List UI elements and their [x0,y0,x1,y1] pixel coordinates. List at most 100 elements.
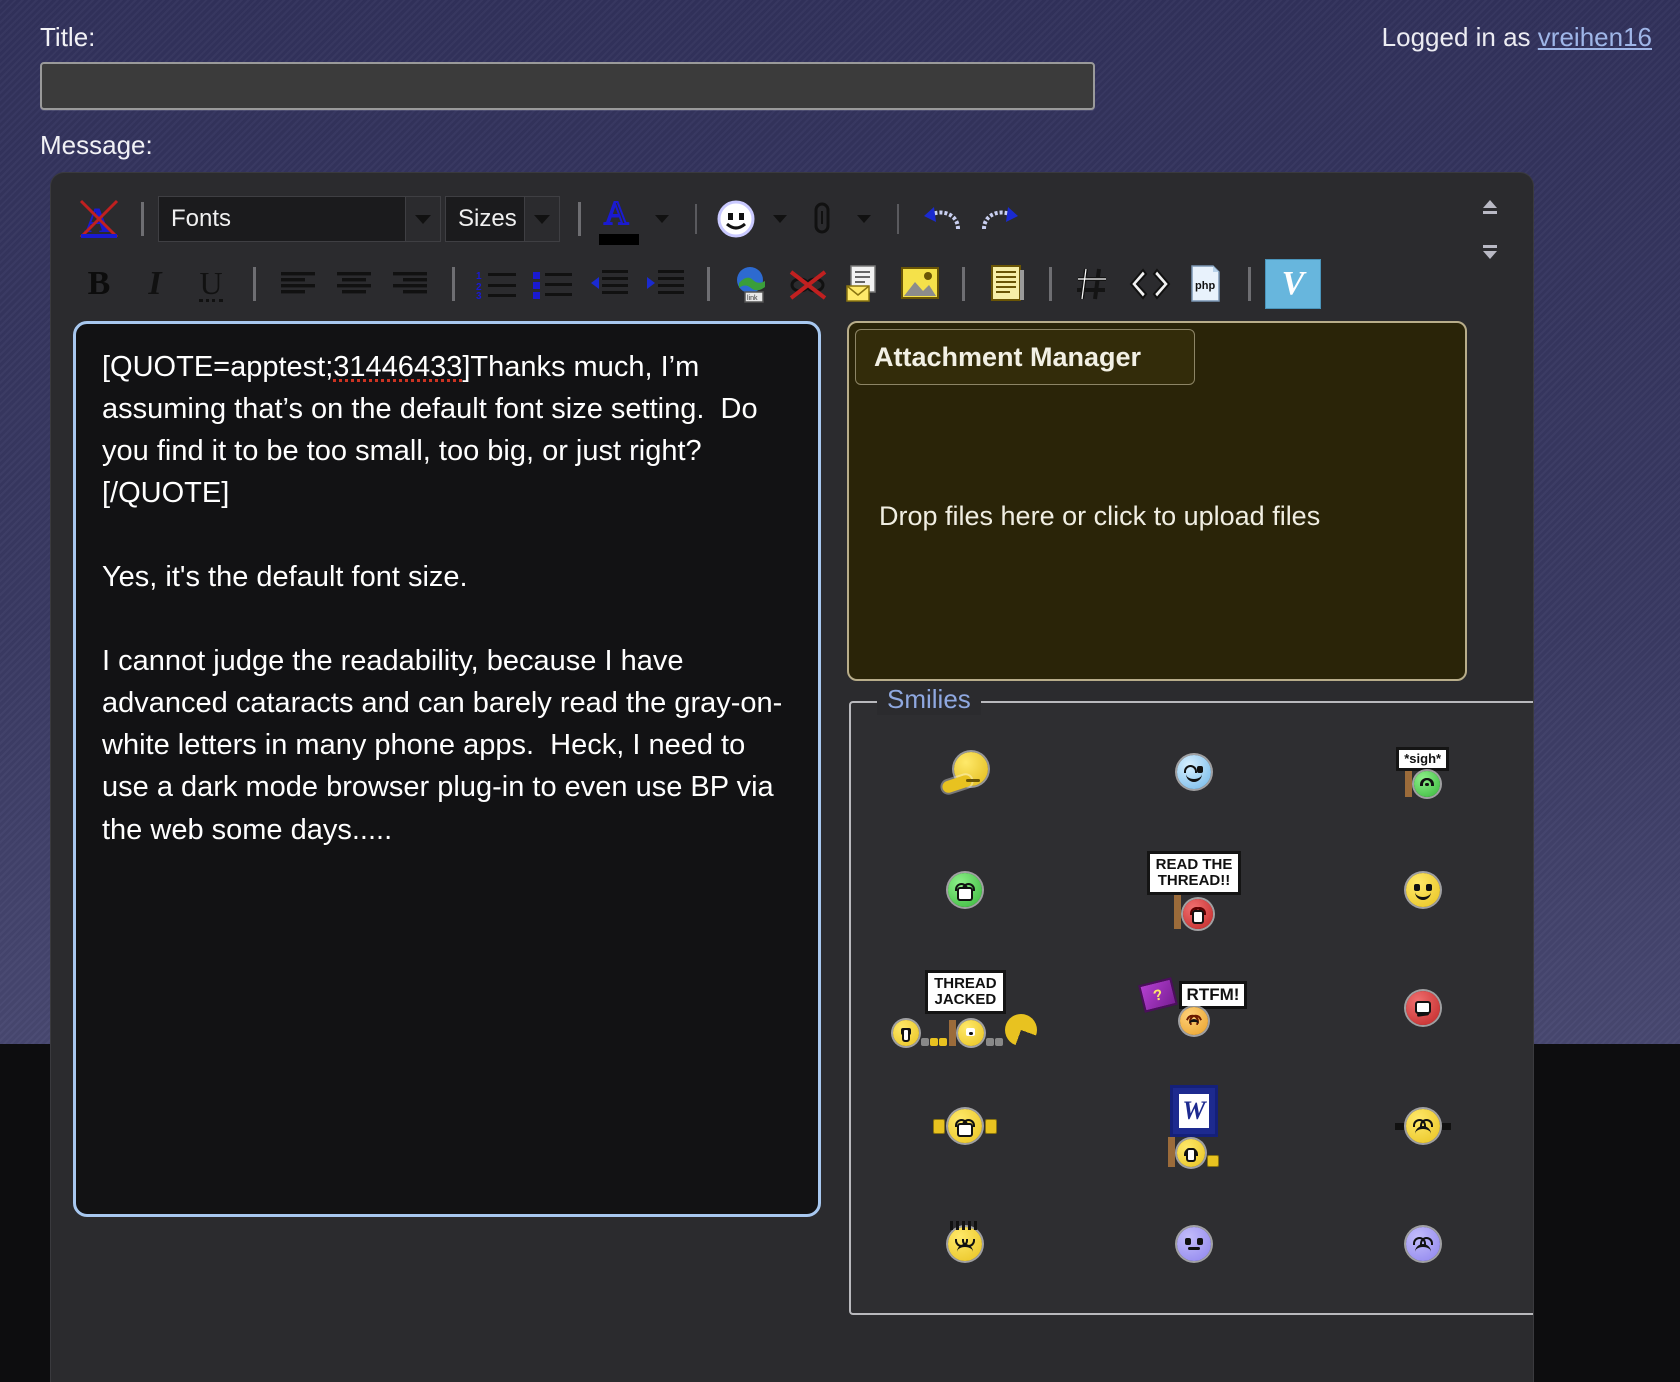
align-left-icon[interactable] [270,261,326,307]
smilie-violet-sad-icon [1405,1227,1440,1261]
smilie-thread-jacked[interactable]: THREAD JACKED [851,949,1080,1067]
message-editor: A Fonts Sizes A [50,172,1534,1382]
insert-link-icon[interactable]: link [724,261,780,307]
smilie-angry-hair[interactable] [851,1185,1080,1303]
smilie-sigh-sign-icon: *sigh* [1396,747,1450,797]
remove-format-icon[interactable]: A [71,194,127,244]
smilie-read-the-thread-icon: READ THE THREAD!! [1146,851,1242,929]
smilie-weights-icon [1394,1109,1451,1143]
insert-image-icon[interactable] [892,261,948,307]
smilie-red-mad-icon [1405,991,1440,1025]
font-color-icon[interactable]: A [595,190,643,248]
smilie-icon[interactable] [711,194,761,244]
smilie-weights[interactable] [1308,1067,1533,1185]
chevron-down-icon[interactable] [406,196,441,242]
italic-label: I [148,265,162,302]
quote-id: 31446433 [333,351,463,383]
svg-text:3: 3 [476,291,482,299]
smilie-rtfm[interactable]: ? RTFM! [1080,949,1309,1067]
remove-link-icon[interactable] [780,261,836,307]
toolbar-separator [452,267,455,301]
chevron-down-icon[interactable] [525,196,560,242]
unordered-list-icon[interactable] [525,261,581,307]
underline-button[interactable]: U [183,261,239,307]
toolbar-scroll-arrows[interactable] [1473,197,1507,263]
smilie-rtfm-icon: ? RTFM! [1137,977,1248,1035]
smilies-panel: Smilies *sigh* READ THE THREAD!! THREAD … [849,684,1533,1315]
smilie-applause-icon [933,1109,998,1143]
toolbar-separator [1049,267,1052,301]
indent-icon[interactable] [637,261,693,307]
smilie-applause[interactable] [851,1067,1080,1185]
smilies-legend: Smilies [877,684,981,715]
title-label: Title: [40,22,96,52]
message-body: Yes, it's the default font size. I canno… [102,561,783,846]
italic-button[interactable]: I [127,261,183,307]
smilie-sigh-sign[interactable]: *sigh* [1308,713,1533,831]
attach-chevron-down-icon[interactable] [849,197,879,241]
font-family-select[interactable]: Fonts [158,196,441,242]
attachment-manager-panel[interactable]: Attachment Manager Drop files here or cl… [847,321,1467,681]
logged-in-label: Logged in as [1381,22,1538,52]
message-textarea[interactable]: [QUOTE=apptest;31446433]Thanks much, I’m… [73,321,821,1217]
smilie-green-grin[interactable] [851,831,1080,949]
outdent-icon[interactable] [581,261,637,307]
insert-html-icon[interactable] [1122,261,1178,307]
align-center-icon[interactable] [326,261,382,307]
attachment-manager-title: Attachment Manager [855,329,1195,385]
smilie-w-sign-text: W [1178,1094,1209,1128]
svg-text:A: A [604,195,629,232]
font-color-chevron-down-icon[interactable] [647,197,677,241]
insert-video-label: V [1281,265,1305,302]
font-color-swatch [599,234,639,245]
smilie-violet-neutral-icon [1176,1227,1211,1261]
editor-toolbar-row-2: B I U 1 2 3 link php V [51,255,1533,313]
redo-icon[interactable] [971,194,1029,244]
editor-body: [QUOTE=apptest;31446433]Thanks much, I’m… [51,313,1533,1323]
smilie-w-sign[interactable]: W [1080,1067,1309,1185]
toolbar-separator [695,204,697,234]
smilie-facepalm[interactable] [851,713,1080,831]
bold-button[interactable]: B [71,261,127,307]
smilies-grid: *sigh* READ THE THREAD!! THREAD JACKED ?… [851,713,1533,1313]
post-form-header: Title: Logged in as vreihen16 Message: [0,0,1680,170]
font-size-select[interactable]: Sizes [445,196,560,242]
insert-email-icon[interactable] [836,261,892,307]
insert-code-icon[interactable] [1066,261,1122,307]
insert-php-icon[interactable]: php [1178,261,1234,307]
toolbar-separator [578,202,581,236]
attachment-drop-zone-text[interactable]: Drop files here or click to upload files [849,501,1465,532]
toolbar-separator [1248,267,1251,301]
attach-paperclip-icon[interactable] [799,194,845,244]
message-textarea-content: [QUOTE=apptest;31446433]Thanks much, I’m… [76,324,818,851]
message-label: Message: [40,130,153,160]
username-link[interactable]: vreihen16 [1538,22,1652,52]
editor-toolbar-row-1: A Fonts Sizes A [51,183,1533,259]
smilie-read-the-thread-text: READ THE THREAD!! [1146,851,1242,895]
smilie-violet-sad[interactable] [1308,1185,1533,1303]
smilie-violet-neutral[interactable] [1080,1185,1309,1303]
smilie-blue-wink[interactable] [1080,713,1309,831]
title-input[interactable] [40,62,1095,110]
smilie-read-the-thread[interactable]: READ THE THREAD!! [1080,831,1309,949]
smilie-red-mad[interactable] [1308,949,1533,1067]
bold-label: B [87,265,111,302]
insert-quote-icon[interactable] [979,261,1035,307]
font-size-value: Sizes [445,196,525,242]
svg-text:link: link [747,295,758,302]
toolbar-separator [897,204,899,234]
insert-video-icon[interactable]: V [1265,259,1321,309]
toolbar-separator [707,267,710,301]
smilie-chevron-down-icon[interactable] [765,197,795,241]
logged-in-status: Logged in as vreihen16 [1382,22,1652,53]
smilie-w-sign-icon: W [1168,1085,1220,1167]
smilie-thread-jacked-icon: THREAD JACKED [893,970,1038,1046]
smilie-blue-wink-icon [1176,755,1211,789]
scroll-up-icon[interactable] [1475,197,1505,221]
undo-icon[interactable] [913,194,971,244]
smilie-yellow-happy[interactable] [1308,831,1533,949]
ordered-list-icon[interactable]: 1 2 3 [469,261,525,307]
align-right-icon[interactable] [382,261,438,307]
toolbar-separator [253,267,256,301]
smilie-angry-hair-icon [948,1221,983,1261]
